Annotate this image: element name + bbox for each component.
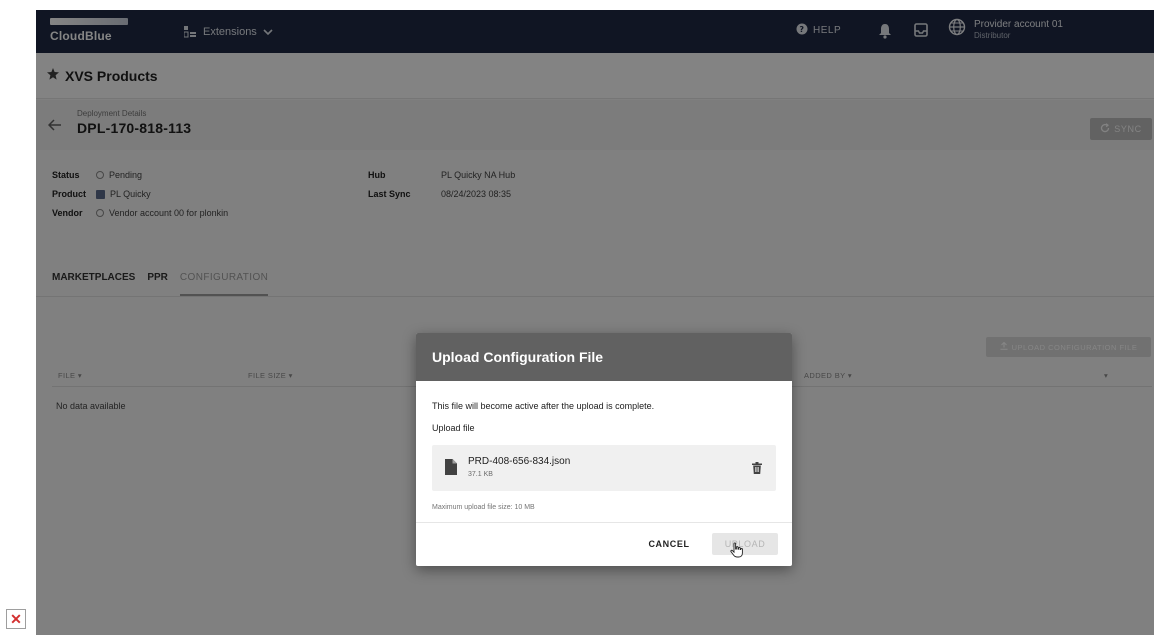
max-upload-size-note: Maximum upload file size: 10 MB (432, 504, 535, 511)
dialog-title: Upload Configuration File (416, 333, 792, 381)
file-icon (444, 459, 457, 480)
upload-file-label: Upload file (432, 423, 475, 433)
cancel-button[interactable]: CANCEL (640, 533, 698, 555)
uploaded-file-card: PRD-408-656-834.json 37.1 KB (432, 445, 776, 491)
upload-button[interactable]: UPLOAD (712, 533, 778, 555)
upload-configuration-dialog: Upload Configuration File This file will… (416, 333, 792, 566)
file-name: PRD-408-656-834.json (468, 456, 571, 467)
app-window: CloudBlue Extensions ? HELP Provider acc… (36, 10, 1154, 635)
dialog-description: This file will become active after the u… (432, 401, 655, 411)
file-size: 37.1 KB (468, 471, 493, 478)
dialog-footer-divider (416, 522, 792, 523)
trash-icon[interactable] (752, 461, 762, 479)
broken-image-icon: ✕ (6, 609, 26, 629)
hand-cursor-icon (730, 542, 744, 563)
screenshot-stage: CloudBlue Extensions ? HELP Provider acc… (0, 0, 1154, 635)
